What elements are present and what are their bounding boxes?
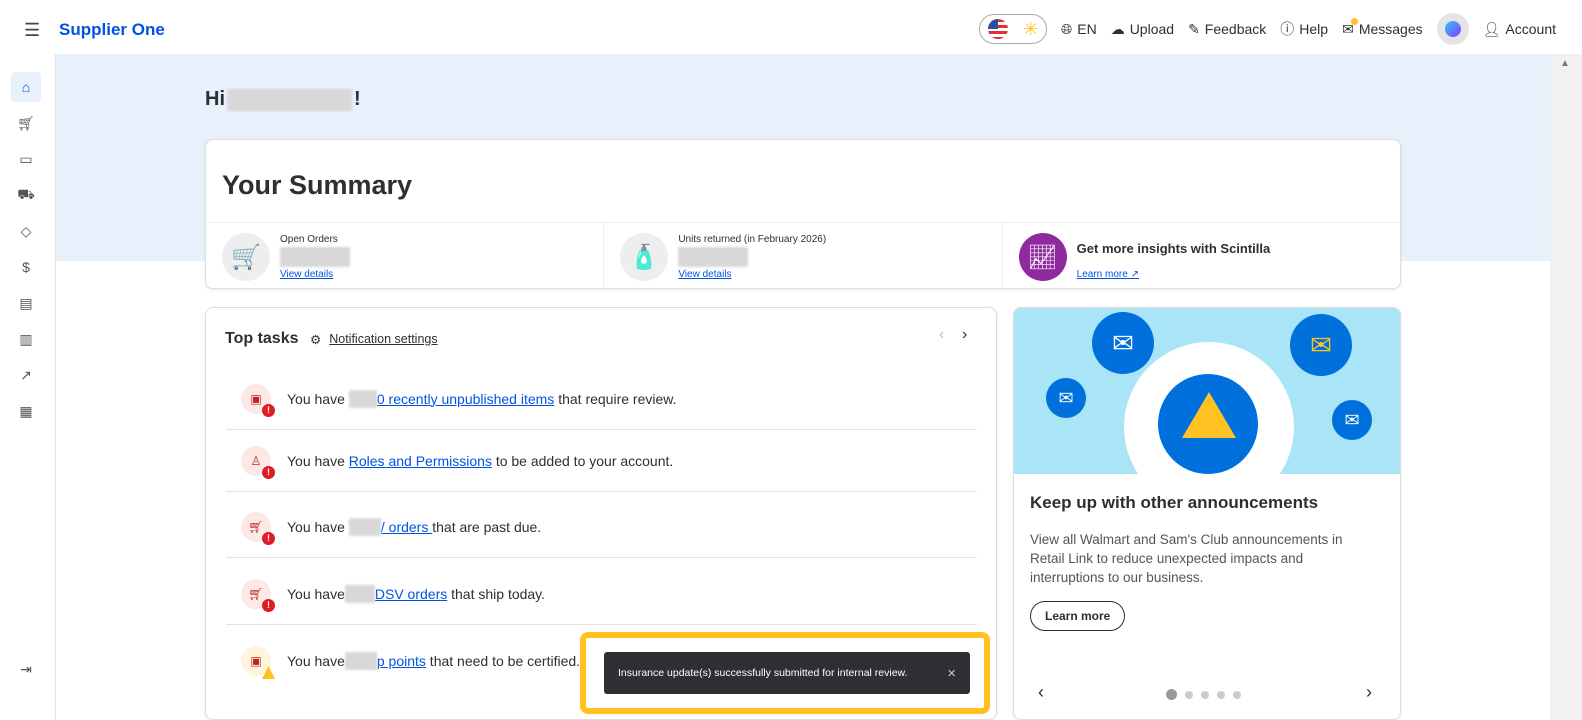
sidebar: ⌂ 🛒︎ ▭ ⛟ ◇ $ ▤ ▥ ↗ ▦ ⇥: [0, 54, 56, 720]
top-header: ☰ Supplier One ✳ 🌐︎ EN ☁ Upload ✎ Feedback …: [0, 0, 1582, 54]
announcement-card: ✉ ✉ ✉ ✉ Keep up with other announcements…: [1013, 307, 1401, 720]
trend-icon[interactable]: ↗: [11, 360, 41, 390]
dollar-icon[interactable]: $: [11, 252, 41, 282]
walmart-spark-icon: ✳: [1023, 18, 1039, 39]
redacted-count: [344, 652, 377, 670]
task-item: 🛒︎! You have / orders that are past due.: [226, 496, 977, 558]
cart-icon[interactable]: 🛒︎: [11, 108, 41, 138]
summary-card: Your Summary 🛒 Open Orders View details 🧴 U…: [205, 139, 1401, 290]
help-button[interactable]: ⓘ Help: [1280, 19, 1328, 39]
carousel-prev-icon[interactable]: ‹: [1038, 682, 1044, 703]
greeting: Hi!: [205, 88, 361, 111]
task-link[interactable]: p points: [377, 653, 426, 669]
task-link[interactable]: DSV orders: [375, 586, 447, 602]
avatar[interactable]: [1436, 13, 1469, 45]
market-switcher[interactable]: ✳: [979, 14, 1048, 44]
summary-title: Your Summary: [222, 170, 413, 200]
task-item: 🛒︎! You have DSV orders that ship today.: [226, 563, 977, 625]
scintilla-chart-icon: 📈︎: [1018, 233, 1067, 281]
user-icon: 👤︎: [1482, 20, 1501, 37]
envelope-icon: ✉: [1290, 314, 1352, 376]
announcement-body: View all Walmart and Sam's Club announce…: [1030, 532, 1343, 585]
scintilla-tile: 📈︎ Get more insights with Scintilla Learn …: [1003, 223, 1400, 290]
next-icon[interactable]: ›: [962, 326, 967, 344]
task-link[interactable]: / orders: [381, 519, 432, 535]
close-icon[interactable]: ×: [947, 665, 956, 682]
redacted-name: [227, 88, 352, 111]
redacted-count: [348, 517, 381, 536]
units-returned-tile: 🧴 Units returned (in February 2026) View d…: [604, 223, 1003, 290]
notification-settings-link[interactable]: ⚙ Notification settings: [310, 332, 438, 347]
gear-icon: ⚙: [310, 333, 322, 347]
help-icon: ⓘ: [1280, 21, 1295, 37]
task-item: ▣! You have 0 recently unpublished items t…: [226, 368, 977, 430]
cart-alert-icon: 🛒︎!: [241, 511, 275, 545]
carousel-next-icon[interactable]: ›: [1366, 682, 1372, 703]
task-item: ♙! You have Roles and Permissions to be a…: [226, 430, 977, 492]
globe-icon: 🌐︎: [1061, 20, 1073, 37]
item-alert-icon: ▣!: [241, 383, 275, 417]
open-orders-tile: 🛒 Open Orders View details: [206, 223, 605, 290]
carousel-dots[interactable]: [1166, 689, 1241, 700]
envelope-icon: ✉: [1092, 312, 1154, 374]
units-returned-view-details[interactable]: View details: [678, 269, 731, 280]
announcement-title: Keep up with other announcements: [1030, 493, 1319, 512]
diamond-icon[interactable]: ◇: [11, 216, 41, 246]
cart-illustration-icon: 🛒: [222, 233, 270, 281]
redacted-count: [348, 389, 377, 408]
user-alert-icon: ♙!: [241, 445, 275, 479]
prev-icon[interactable]: ‹: [939, 326, 944, 344]
cart-alert-icon: 🛒︎!: [241, 578, 275, 612]
task-link[interactable]: 0 recently unpublished items: [377, 391, 554, 407]
feedback-button[interactable]: ✎ Feedback: [1188, 21, 1266, 38]
box-icon[interactable]: ▭: [11, 144, 41, 174]
toast-highlight: Insurance update(s) successfully submitt…: [580, 632, 990, 714]
account-button[interactable]: 👤︎ Account: [1483, 21, 1556, 38]
learn-more-button[interactable]: Learn more: [1030, 601, 1126, 631]
announcement-illustration: ✉ ✉ ✉ ✉: [1014, 308, 1400, 474]
home-icon[interactable]: ⌂: [11, 72, 41, 102]
envelope-icon: ✉: [1332, 400, 1372, 440]
scrollbar[interactable]: ▲: [1550, 54, 1582, 720]
open-orders-view-details[interactable]: View details: [280, 269, 333, 280]
brand-logo[interactable]: Supplier One: [59, 20, 165, 40]
store-icon[interactable]: ▦: [11, 396, 41, 426]
expand-sidebar-icon[interactable]: ⇥: [11, 654, 41, 684]
hamburger-menu-icon[interactable]: ☰: [24, 20, 40, 41]
redacted-value: [678, 247, 749, 267]
redacted-value: [280, 247, 350, 267]
language-button[interactable]: 🌐︎ EN: [1061, 21, 1097, 38]
bar-chart-icon[interactable]: ▥: [11, 324, 41, 354]
returns-illustration-icon: 🧴: [620, 233, 669, 281]
messages-button[interactable]: ✉ Messages: [1342, 17, 1423, 38]
scintilla-learn-more[interactable]: Learn more ↗: [1077, 269, 1139, 280]
mail-icon: ✉: [1342, 17, 1358, 38]
warning-icon: ▣: [241, 646, 275, 679]
redacted-count: [344, 584, 375, 603]
clipboard-icon[interactable]: ▤: [11, 288, 41, 318]
scroll-up-icon[interactable]: ▲: [1560, 58, 1570, 69]
success-toast: Insurance update(s) successfully submitt…: [604, 652, 970, 694]
truck-icon[interactable]: ⛟: [11, 180, 41, 210]
us-flag-icon: [987, 19, 1008, 39]
task-link[interactable]: Roles and Permissions: [349, 453, 492, 469]
envelope-icon: ✉: [1046, 378, 1086, 418]
upload-button[interactable]: ☁ Upload: [1111, 21, 1174, 38]
feedback-icon: ✎: [1188, 20, 1200, 37]
cloud-upload-icon: ☁: [1110, 20, 1125, 37]
